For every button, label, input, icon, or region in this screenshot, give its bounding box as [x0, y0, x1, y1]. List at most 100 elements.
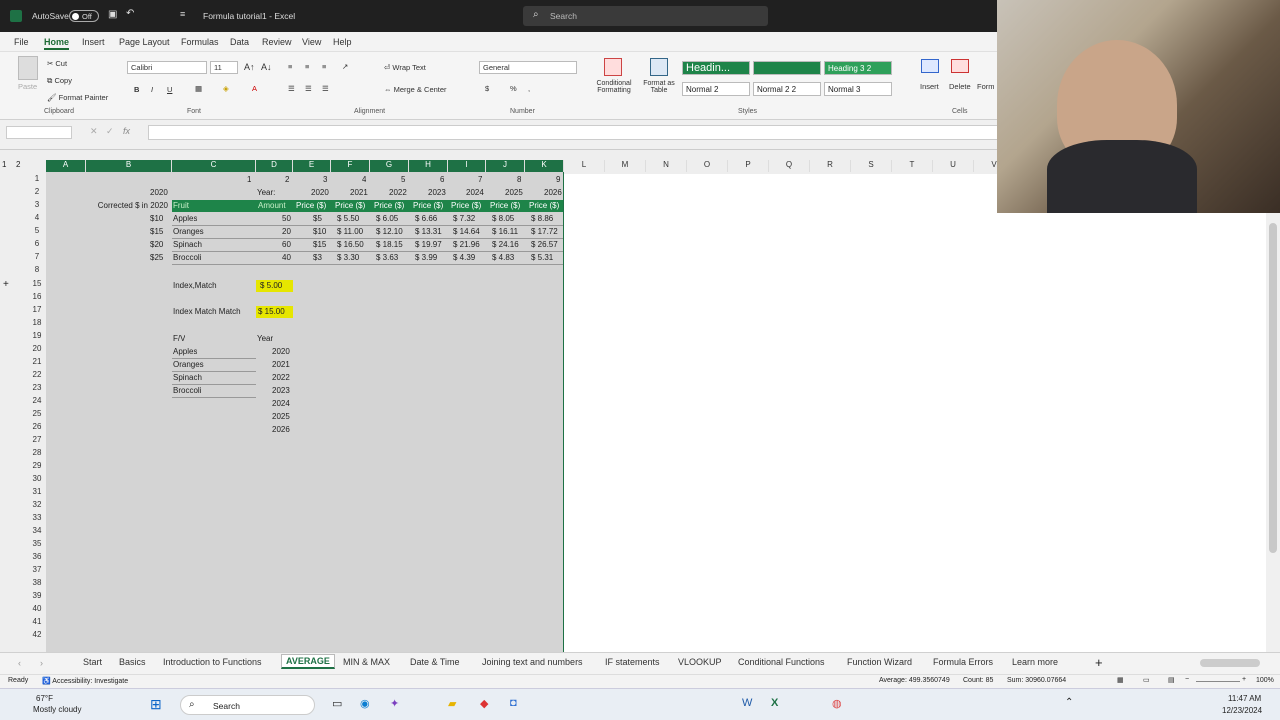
col-header-s[interactable]: S: [851, 160, 892, 172]
col-header-g[interactable]: G: [370, 160, 409, 172]
shrink-font-icon[interactable]: A↓: [261, 62, 272, 72]
row-header[interactable]: 36: [28, 552, 46, 565]
table-cell[interactable]: $ 8.05: [492, 214, 514, 223]
row-header[interactable]: 23: [28, 383, 46, 396]
add-sheet-icon[interactable]: +: [1095, 655, 1103, 670]
table-cell[interactable]: $5: [313, 214, 322, 223]
sheet-tab-vlookup[interactable]: VLOOKUP: [678, 657, 722, 667]
cell-i1[interactable]: 7: [478, 175, 482, 184]
row-header[interactable]: 38: [28, 578, 46, 591]
tab-formulas[interactable]: Formulas: [181, 37, 219, 47]
table-cell[interactable]: 60: [282, 240, 291, 249]
fv-item[interactable]: Broccoli: [173, 386, 201, 395]
row-header[interactable]: 5: [28, 226, 46, 239]
table-cell[interactable]: $ 21.96: [453, 240, 480, 249]
row-header[interactable]: 2: [28, 187, 46, 200]
table-cell[interactable]: $20: [150, 240, 163, 249]
sheet-tab-function-wizard[interactable]: Function Wizard: [847, 657, 912, 667]
row-header[interactable]: 17: [28, 305, 46, 318]
row-header[interactable]: 28: [28, 448, 46, 461]
windows-start-icon[interactable]: ⊞: [150, 696, 162, 713]
table-cell[interactable]: $3: [313, 253, 322, 262]
row-header[interactable]: 40: [28, 604, 46, 617]
sheet-tab-average[interactable]: AVERAGE: [281, 654, 335, 669]
table-cell[interactable]: $ 5.50: [337, 214, 359, 223]
table-cell[interactable]: $ 16.11: [492, 227, 518, 236]
weather-temp[interactable]: 67°F: [36, 694, 53, 703]
fill-color-icon[interactable]: ◈: [223, 84, 229, 93]
currency-icon[interactable]: $: [485, 84, 489, 93]
col-header-b[interactable]: B: [86, 160, 172, 172]
comma-icon[interactable]: ,: [528, 84, 530, 93]
font-color-icon[interactable]: A: [252, 84, 257, 93]
italic-icon[interactable]: I: [151, 85, 153, 94]
excel-icon[interactable]: X: [771, 697, 778, 709]
cell-j3[interactable]: Price ($): [490, 201, 520, 210]
cell-j2[interactable]: 2025: [505, 188, 523, 197]
autosave-toggle[interactable]: Off: [69, 10, 99, 22]
year-item[interactable]: 2026: [272, 425, 290, 434]
copy-button[interactable]: ⧉ Copy: [47, 76, 72, 86]
year-item[interactable]: 2023: [272, 386, 290, 395]
year-item[interactable]: 2022: [272, 373, 290, 382]
index-match-label[interactable]: Index,Match: [173, 281, 217, 290]
sheet-tab-joining[interactable]: Joining text and numbers: [482, 657, 583, 667]
paste-icon[interactable]: [18, 56, 38, 80]
table-cell[interactable]: $ 13.31: [415, 227, 442, 236]
row-header[interactable]: 25: [28, 409, 46, 422]
align-top-icon[interactable]: ≡: [288, 62, 292, 71]
outline-level-1[interactable]: 1: [2, 160, 6, 169]
style-normal-3[interactable]: Normal 3: [824, 82, 892, 96]
table-cell[interactable]: $ 6.05: [376, 214, 398, 223]
expand-group-icon[interactable]: +: [3, 279, 9, 290]
cell-f3[interactable]: Price ($): [335, 201, 365, 210]
vertical-scrollbar[interactable]: [1266, 213, 1280, 652]
format-table-icon[interactable]: [650, 58, 668, 76]
cell-k1[interactable]: 9: [556, 175, 560, 184]
font-size-select[interactable]: 11: [210, 61, 238, 74]
table-cell[interactable]: $15: [150, 227, 163, 236]
row-header[interactable]: 18: [28, 318, 46, 331]
name-box[interactable]: [6, 126, 72, 139]
outline-level-2[interactable]: 2: [16, 160, 20, 169]
row-header[interactable]: 6: [28, 239, 46, 252]
sheet-tab-formula-errors[interactable]: Formula Errors: [933, 657, 993, 667]
col-header-n[interactable]: N: [646, 160, 687, 172]
row-header[interactable]: 32: [28, 500, 46, 513]
zoom-slider[interactable]: [1196, 681, 1240, 682]
row-header[interactable]: 4: [28, 213, 46, 226]
table-cell[interactable]: $ 24.16: [492, 240, 519, 249]
row-header[interactable]: 1: [28, 174, 46, 187]
format-painter-button[interactable]: 🖌 Format Painter: [47, 93, 108, 102]
format-as-table-button[interactable]: Format as Table: [640, 80, 678, 94]
index-match-match-label[interactable]: Index Match Match: [173, 307, 241, 316]
cell-e1[interactable]: 3: [323, 175, 327, 184]
table-cell[interactable]: $ 3.63: [376, 253, 398, 262]
taskbar-search[interactable]: ⌕ Search: [180, 695, 315, 715]
year-item[interactable]: 2020: [272, 347, 290, 356]
tab-page-layout[interactable]: Page Layout: [119, 37, 170, 47]
fv-item[interactable]: Oranges: [173, 360, 204, 369]
copilot-icon[interactable]: ✦: [390, 697, 399, 710]
year-label[interactable]: Year: [257, 334, 273, 343]
cell-h3[interactable]: Price ($): [413, 201, 443, 210]
cell-e2[interactable]: 2020: [311, 188, 329, 197]
table-cell[interactable]: $ 4.39: [453, 253, 475, 262]
delete-cells-icon[interactable]: [951, 59, 969, 73]
orientation-icon[interactable]: ↗: [342, 62, 348, 71]
col-header-k[interactable]: K: [525, 160, 564, 172]
zoom-level[interactable]: 100%: [1256, 677, 1274, 684]
table-cell[interactable]: $ 12.10: [376, 227, 403, 236]
cell-b2[interactable]: 2020: [150, 188, 168, 197]
cell-e3[interactable]: Price ($): [296, 201, 326, 210]
cell-f1[interactable]: 4: [362, 175, 366, 184]
sheet-tab-if[interactable]: IF statements: [605, 657, 660, 667]
task-view-icon[interactable]: ▭: [332, 697, 342, 710]
save-icon[interactable]: ▣: [108, 9, 117, 20]
table-cell[interactable]: $25: [150, 253, 163, 262]
tab-help[interactable]: Help: [333, 37, 352, 47]
table-cell[interactable]: $ 4.83: [492, 253, 514, 262]
format-cells-button[interactable]: Form: [977, 82, 995, 91]
cell-k2[interactable]: 2026: [544, 188, 562, 197]
app-blue-icon[interactable]: ◘: [510, 697, 517, 709]
